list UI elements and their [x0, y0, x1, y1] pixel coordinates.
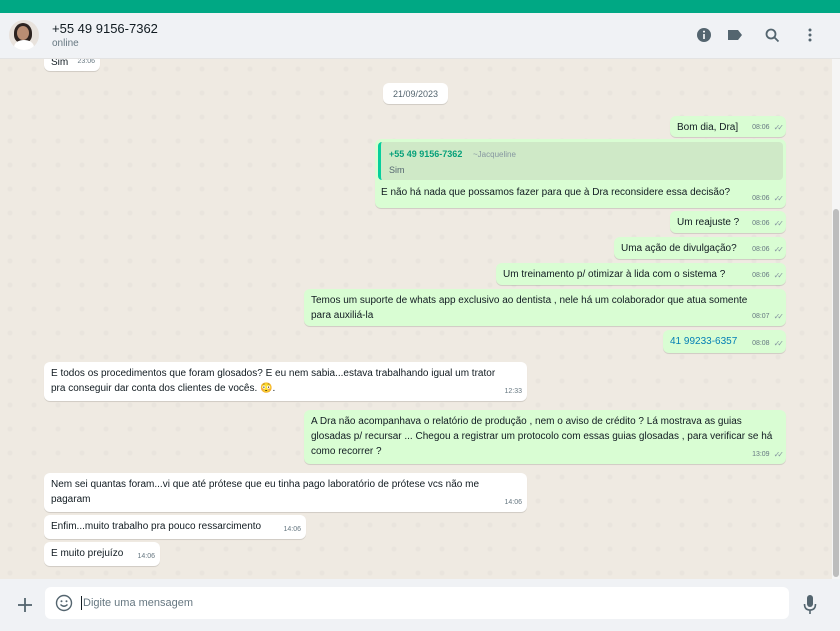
contact-name[interactable]: +55 49 9156-7362	[52, 21, 158, 36]
read-receipt-icon: ✓✓	[773, 219, 785, 228]
label-icon[interactable]	[725, 25, 745, 45]
message-list[interactable]: Sim 23:06 21/09/2023 Bom dia, Dra] 08:06…	[0, 59, 832, 579]
message-text: Sim	[51, 59, 69, 68]
message-text: Nem sei quantas foram...vi que até próte…	[51, 479, 480, 505]
scrollbar-thumb[interactable]	[833, 209, 839, 577]
message-bubble-outgoing[interactable]: Um reajuste ? 08:06 ✓✓	[670, 211, 786, 233]
message-bubble-outgoing[interactable]: Temos um suporte de whats app exclusivo …	[304, 289, 786, 326]
search-icon[interactable]	[762, 25, 782, 45]
message-bubble-incoming[interactable]: Sim 23:06	[44, 59, 100, 71]
message-bubble-outgoing[interactable]: A Dra não acompanhava o relatório de pro…	[304, 410, 786, 464]
message-time: 13:09	[752, 451, 770, 458]
message-time: 08:06	[752, 124, 770, 131]
message-bubble-outgoing[interactable]: 41 99233-6357 08:08 ✓✓	[663, 330, 786, 353]
message-text: Bom dia, Dra]	[677, 122, 739, 133]
quoted-sender-alias: ~Jacqueline	[473, 150, 516, 159]
message-time: 08:06	[752, 195, 770, 202]
message-bubble-outgoing[interactable]: Bom dia, Dra] 08:06 ✓✓	[670, 116, 786, 137]
composer-bar: Digite uma mensagem	[0, 579, 840, 631]
message-bubble-incoming[interactable]: Nem sei quantas foram...vi que até próte…	[44, 473, 527, 512]
message-bubble-outgoing[interactable]: +55 49 9156-7362 ~Jacqueline Sim E não h…	[375, 139, 786, 208]
message-time: 14:06	[283, 526, 301, 533]
message-text: A Dra não acompanhava o relatório de pro…	[311, 416, 773, 457]
message-bubble-outgoing[interactable]: Um treinamento p/ otimizar à lida com o …	[496, 263, 786, 285]
phone-link[interactable]: 41 99233-6357	[670, 336, 737, 347]
quoted-text: Sim	[389, 165, 405, 175]
message-text-tail: .	[272, 383, 276, 394]
message-text: Enfim...muito trabalho pra pouco ressarc…	[51, 521, 262, 532]
attach-plus-icon[interactable]	[15, 595, 35, 615]
message-time: 08:07	[752, 313, 770, 320]
top-accent-bar	[0, 0, 840, 13]
text-caret	[81, 596, 82, 610]
contact-status: online	[52, 38, 79, 49]
read-receipt-icon: ✓✓	[773, 123, 785, 132]
message-text: Um reajuste ?	[677, 217, 740, 228]
chat-scrollbar[interactable]	[832, 59, 840, 579]
read-receipt-icon: ✓✓	[773, 312, 785, 321]
message-bubble-incoming[interactable]: E muito prejuízo 14:06	[44, 542, 160, 566]
message-text: Temos um suporte de whats app exclusivo …	[311, 295, 748, 321]
message-time: 08:06	[752, 220, 770, 227]
message-time: 14:06	[504, 499, 522, 506]
quoted-sender-number: +55 49 9156-7362	[389, 149, 463, 159]
message-time: 14:06	[137, 553, 155, 560]
message-text: Um treinamento p/ otimizar à lida com o …	[503, 269, 726, 280]
message-text: E não há nada que possamos fazer para qu…	[381, 187, 731, 198]
chat-header[interactable]: +55 49 9156-7362 online	[0, 13, 840, 59]
message-bubble-outgoing[interactable]: Uma ação de divulgação? 08:06 ✓✓	[614, 237, 786, 259]
menu-icon[interactable]	[800, 25, 820, 45]
message-time: 08:08	[752, 340, 770, 347]
read-receipt-icon: ✓✓	[773, 450, 785, 459]
message-input[interactable]: Digite uma mensagem	[45, 587, 789, 619]
read-receipt-icon: ✓✓	[773, 245, 785, 254]
message-time: 12:33	[504, 388, 522, 395]
emoji-icon[interactable]	[55, 594, 73, 612]
message-time: 23:06	[77, 59, 95, 65]
date-chip: 21/09/2023	[383, 83, 448, 104]
message-bubble-incoming[interactable]: E todos os procedimentos que foram glosa…	[44, 362, 527, 401]
message-text: E muito prejuízo	[51, 548, 124, 559]
message-bubble-incoming[interactable]: Enfim...muito trabalho pra pouco ressarc…	[44, 515, 306, 539]
quoted-message[interactable]: +55 49 9156-7362 ~Jacqueline Sim	[378, 142, 783, 180]
flushed-face-emoji: 😳	[260, 383, 273, 394]
message-time: 08:06	[752, 272, 770, 279]
info-icon[interactable]	[694, 25, 714, 45]
message-text: Uma ação de divulgação?	[621, 243, 737, 254]
read-receipt-icon: ✓✓	[773, 339, 785, 348]
read-receipt-icon: ✓✓	[773, 194, 785, 203]
message-time: 08:06	[752, 246, 770, 253]
avatar[interactable]	[9, 20, 39, 50]
message-input-placeholder: Digite uma mensagem	[83, 597, 194, 609]
read-receipt-icon: ✓✓	[773, 271, 785, 280]
microphone-icon[interactable]	[802, 594, 818, 616]
